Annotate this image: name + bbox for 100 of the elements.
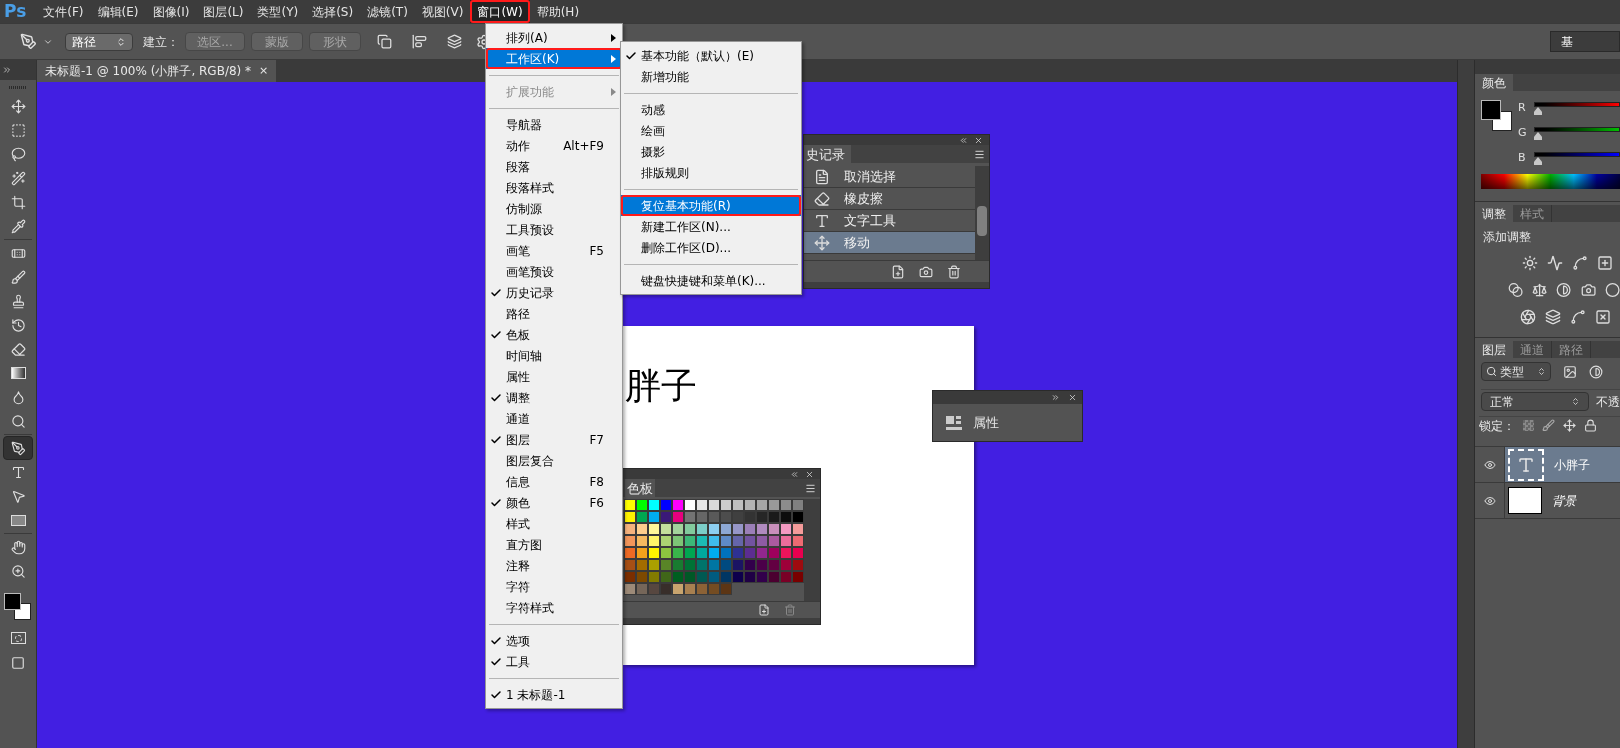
lock-label: 锁定： [1479, 417, 1515, 435]
panel-tab[interactable]: 路径 [1552, 341, 1591, 358]
menu-item-label: 直方图 [506, 536, 542, 554]
menu-item[interactable]: 删除工作区(D)... [621, 237, 801, 258]
menu-bar-item[interactable]: 类型(Y) [250, 0, 306, 23]
menu-item[interactable]: 选项 [486, 630, 622, 651]
menu-item[interactable]: 排版规则 [621, 162, 801, 183]
filter-select[interactable]: 类型 [1481, 362, 1551, 381]
menu-item[interactable]: 信息 F8 [486, 471, 622, 492]
panel-tab[interactable]: 调整 [1475, 205, 1513, 222]
menu-item[interactable]: 动感 [621, 99, 801, 120]
menu-item-label: 字符样式 [506, 599, 554, 617]
workspace-button[interactable]: 基 [1550, 31, 1620, 52]
menu-item-label: 样式 [506, 515, 530, 533]
menu-item[interactable]: 段落样式 [486, 177, 622, 198]
menu-item-label: 信息 [506, 473, 530, 491]
menu-item[interactable]: 新增功能 [621, 66, 801, 87]
menu-item-label: 颜色 [506, 494, 530, 512]
menu-item[interactable]: 段落 [486, 156, 622, 177]
menu-item[interactable]: 复位基本功能(R) [621, 195, 801, 216]
menu-item-label: 键盘快捷键和菜单(K)... [641, 272, 766, 290]
menu-bar-item[interactable]: 图层(L) [196, 0, 251, 23]
menu-item[interactable]: 字符样式 [486, 597, 622, 618]
menu-item[interactable]: 色板 [486, 324, 622, 345]
tab-close-button[interactable]: × [259, 62, 269, 80]
layer-name: 背景 [1552, 492, 1576, 510]
menu-item[interactable]: 工具预设 [486, 219, 622, 240]
shortcut-label: Alt+F9 [563, 137, 604, 155]
menu-item[interactable]: 路径 [486, 303, 622, 324]
menu-item[interactable]: 动作 Alt+F9 [486, 135, 622, 156]
menu-item-label: 动感 [641, 101, 665, 119]
menu-item[interactable]: 颜色 F6 [486, 492, 622, 513]
menu-item[interactable]: 图层复合 [486, 450, 622, 471]
menu-item-label: 注释 [506, 557, 530, 575]
menu-bar-item[interactable]: 文件(F) [36, 0, 91, 23]
document-tab-title: 未标题-1 @ 100% (小胖子, RGB/8) * [45, 63, 252, 80]
menu-item-label: 段落 [506, 158, 530, 176]
menu-item-label: 仿制源 [506, 200, 542, 218]
menu-item[interactable]: 调整 [486, 387, 622, 408]
panel-tab[interactable]: 通道 [1513, 341, 1552, 358]
menu-item-label: 1 未标题-1 [506, 686, 566, 704]
opacity-label: 不透 [1596, 393, 1620, 411]
menu-item-label: 色板 [506, 326, 530, 344]
menu-item-label: 删除工作区(D)... [641, 239, 732, 257]
menu-item[interactable]: 图层 F7 [486, 429, 622, 450]
menu-bar-item[interactable]: 选择(S) [305, 0, 361, 23]
menu-item[interactable]: 样式 [486, 513, 622, 534]
panel-tab[interactable]: 图层 [1475, 341, 1513, 358]
panel-tab[interactable]: 颜色 [1475, 74, 1513, 91]
blend-mode-select[interactable]: 正常 [1481, 392, 1589, 411]
menu-item[interactable]: 摄影 [621, 141, 801, 162]
menu-item[interactable]: 属性 [486, 366, 622, 387]
menu-item[interactable]: 工作区(K) [486, 48, 622, 69]
channel-label: B [1518, 150, 1527, 166]
menu-item[interactable]: 时间轴 [486, 345, 622, 366]
menu-item-label: 工作区(K) [506, 50, 560, 68]
menu-item[interactable]: 直方图 [486, 534, 622, 555]
menu-bar-item[interactable]: 滤镜(T) [360, 0, 415, 23]
shortcut-label: F8 [589, 473, 604, 491]
menu-item[interactable]: 基本功能（默认）(E) [621, 45, 801, 66]
menu-bar-item[interactable]: 编辑(E) [90, 0, 146, 23]
menu-item[interactable]: 工具 [486, 651, 622, 672]
mode-select[interactable]: 路径 [65, 32, 133, 51]
menu-item[interactable]: 注释 [486, 555, 622, 576]
document-tab[interactable]: 未标题-1 @ 100% (小胖子, RGB/8) * × [37, 60, 277, 82]
menu-item[interactable]: 画笔预设 [486, 261, 622, 282]
menu-bar-item[interactable]: 视图(V) [414, 0, 471, 23]
menu-item-label: 字符 [506, 578, 530, 596]
menu-item[interactable]: 字符 [486, 576, 622, 597]
menu-item[interactable]: 导航器 [486, 114, 622, 135]
channel-label: G [1518, 125, 1528, 141]
properties-label[interactable]: 属性 [973, 412, 999, 433]
panel-tab[interactable]: 样式 [1513, 205, 1552, 222]
menu-bar-item[interactable]: 帮助(H) [529, 0, 587, 23]
menu-item[interactable]: 新建工作区(N)... [621, 216, 801, 237]
menu-item[interactable]: 仿制源 [486, 198, 622, 219]
menu-item-label: 段落样式 [506, 179, 554, 197]
menu-item[interactable]: 通道 [486, 408, 622, 429]
menu-bar-item[interactable]: 图像(I) [145, 0, 197, 23]
menu-item[interactable]: 排列(A) [486, 27, 622, 48]
layer-row[interactable]: 背景 [1505, 483, 1620, 518]
menu-item[interactable]: 历史记录 [486, 282, 622, 303]
history-item[interactable]: 移动 [804, 232, 975, 254]
menu-item-label: 新增功能 [641, 68, 689, 86]
menu-item-label: 排版规则 [641, 164, 689, 182]
shortcut-label: F7 [589, 431, 604, 449]
panel-tab[interactable]: 色板 [625, 479, 655, 497]
menu-item[interactable]: 1 未标题-1 [486, 684, 622, 705]
menu-item-label: 调整 [506, 389, 530, 407]
menu-item-label: 时间轴 [506, 347, 542, 365]
canvas-text: 胖子 [625, 368, 697, 404]
layer-row[interactable]: 小胖子 [1505, 447, 1620, 482]
menu-item[interactable]: 画笔 F5 [486, 240, 622, 261]
history-item[interactable]: 取消选择 [804, 166, 975, 188]
menu-item-label: 图层复合 [506, 452, 554, 470]
menu-item-label: 选项 [506, 632, 530, 650]
menu-item[interactable]: 键盘快捷键和菜单(K)... [621, 270, 801, 291]
panel-tab[interactable]: 史记录 [804, 145, 851, 163]
menu-item[interactable]: 绘画 [621, 120, 801, 141]
menu-item-label: 历史记录 [506, 284, 554, 302]
